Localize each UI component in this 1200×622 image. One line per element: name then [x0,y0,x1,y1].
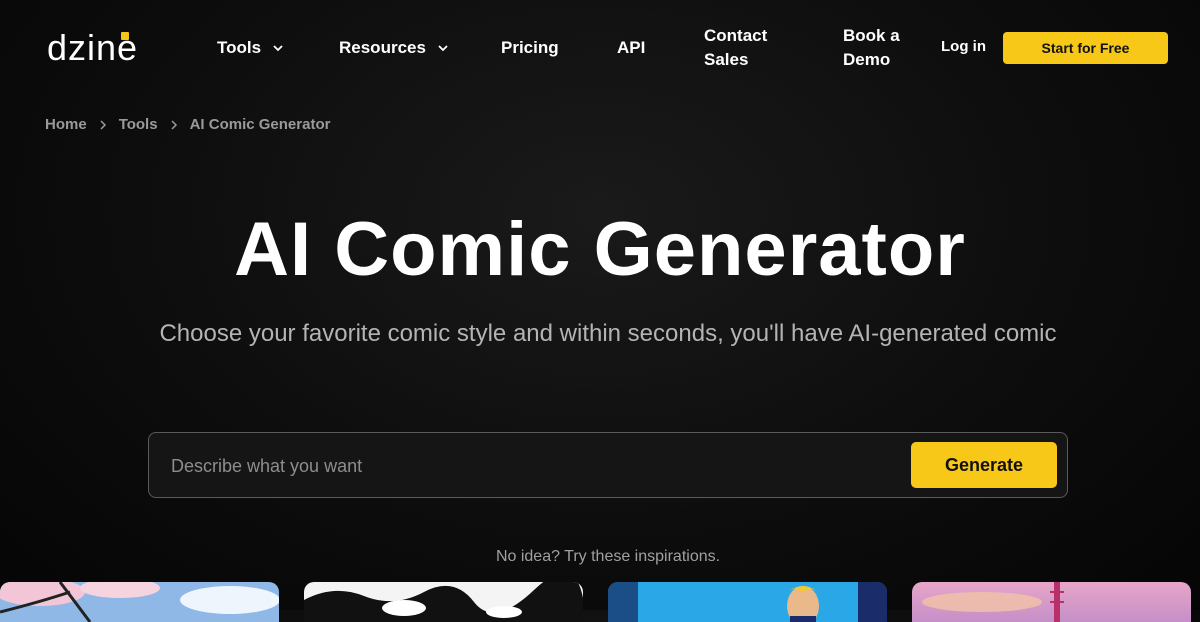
cherry-blossom-comic-image [0,582,279,622]
black-white-ink-comic-image [304,582,583,622]
nav-book-demo[interactable]: Book a Demo [843,24,923,72]
inspiration-hint: No idea? Try these inspirations. [495,548,721,565]
nav-contact-line2: Sales [704,50,749,69]
prompt-box: Generate [148,432,1068,498]
nav-pricing-label: Pricing [501,38,559,57]
breadcrumb: Home Tools AI Comic Generator [45,116,330,133]
prompt-input[interactable] [169,451,873,481]
inspiration-thumbnail-2[interactable] [304,582,583,622]
nav-resources[interactable]: Resources [339,38,450,58]
superhero-comic-image [608,582,887,622]
page-title: AI Comic Generator [234,207,966,292]
inspiration-thumbnail-1[interactable] [0,582,279,622]
start-for-free-button[interactable]: Start for Free [1003,32,1168,64]
nav-api[interactable]: API [617,38,645,58]
chevron-down-icon [438,45,448,52]
nav-tools[interactable]: Tools [217,38,285,58]
chevron-down-icon [273,45,283,52]
nav-contact-line1: Contact [704,26,768,45]
chevron-right-icon [100,119,106,130]
breadcrumb-home[interactable]: Home [45,116,87,133]
nav-resources-label: Resources [339,38,426,57]
nav-contact-sales[interactable]: Contact Sales [704,24,784,72]
breadcrumb-current: AI Comic Generator [189,116,331,133]
nav-pricing[interactable]: Pricing [501,38,559,58]
nav-tools-label: Tools [217,38,262,57]
sunset-fantasy-comic-image [912,582,1191,622]
chevron-right-icon [171,119,177,130]
breadcrumb-tools[interactable]: Tools [119,116,158,133]
nav-api-label: API [617,38,646,57]
generate-button[interactable]: Generate [911,442,1057,488]
dzine-logo[interactable]: dzine [47,28,138,68]
nav-book-line1: Book a [843,26,900,45]
login-link[interactable]: Log in [941,38,986,55]
site-header: dzine Tools Resources Pricing API Contac… [0,0,1200,96]
inspiration-thumbnail-4[interactable] [912,582,1191,622]
page-subtitle: Choose your favorite comic style and wit… [159,320,1057,347]
logo-accent-dot [121,32,129,40]
nav-book-line2: Demo [843,50,891,69]
inspiration-thumbnail-3[interactable] [608,582,887,622]
